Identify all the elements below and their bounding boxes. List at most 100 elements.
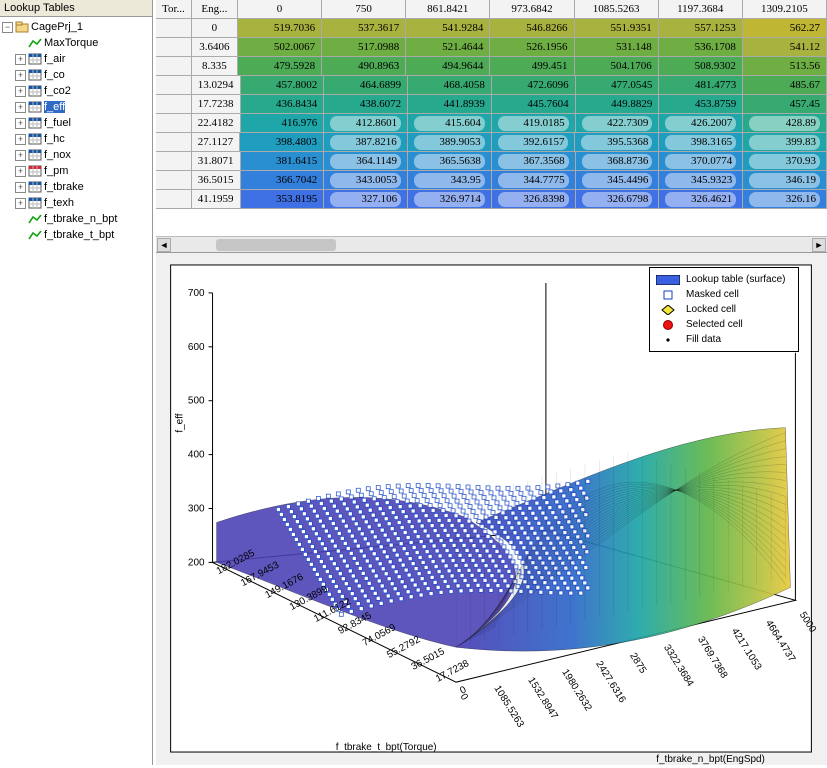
table-cell[interactable]: 519.7036 xyxy=(238,19,322,38)
table-cell[interactable]: 468.4058 xyxy=(408,76,492,95)
table-cell[interactable]: 326.4621 xyxy=(659,190,743,209)
table-cell[interactable]: 499.451 xyxy=(490,57,574,76)
scroll-thumb[interactable] xyxy=(216,239,336,251)
table-cell[interactable]: 392.6157 xyxy=(492,133,576,152)
row-header[interactable]: 41.1959 xyxy=(192,190,241,209)
table-cell[interactable]: 399.83 xyxy=(743,133,827,152)
table-cell[interactable]: 370.0774 xyxy=(659,152,743,171)
row-gutter[interactable] xyxy=(156,171,192,190)
table-cell[interactable]: 345.4496 xyxy=(576,171,660,190)
table-cell[interactable]: 438.6072 xyxy=(324,95,408,114)
table-cell[interactable]: 445.7604 xyxy=(492,95,576,114)
table-cell[interactable]: 537.3617 xyxy=(322,19,406,38)
tree-item-f_co[interactable]: +f_co xyxy=(2,67,152,83)
tree-item-f_co2[interactable]: +f_co2 xyxy=(2,83,152,99)
tree-item-f_tbrake_t_bpt[interactable]: f_tbrake_t_bpt xyxy=(2,227,152,243)
table-cell[interactable]: 517.0988 xyxy=(322,38,406,57)
table-cell[interactable]: 472.6096 xyxy=(492,76,576,95)
row-header[interactable]: 31.8071 xyxy=(192,152,241,171)
row-gutter[interactable] xyxy=(156,114,192,133)
tree-item-f_pm[interactable]: +f_pm xyxy=(2,163,152,179)
row-header[interactable]: 13.0294 xyxy=(192,76,241,95)
table-cell[interactable]: 551.9351 xyxy=(575,19,659,38)
table-cell[interactable]: 416.976 xyxy=(241,114,325,133)
row-header[interactable]: 36.5015 xyxy=(192,171,241,190)
table-cell[interactable]: 457.45 xyxy=(743,95,827,114)
table-cell[interactable]: 477.0545 xyxy=(576,76,660,95)
table-cell[interactable]: 366.7042 xyxy=(241,171,325,190)
table-cell[interactable]: 436.8434 xyxy=(241,95,325,114)
table-cell[interactable]: 412.8601 xyxy=(324,114,408,133)
table-cell[interactable]: 398.3165 xyxy=(659,133,743,152)
table-cell[interactable]: 481.4773 xyxy=(659,76,743,95)
table-cell[interactable]: 353.8195 xyxy=(241,190,325,209)
row-gutter[interactable] xyxy=(156,76,192,95)
expand-icon[interactable]: + xyxy=(15,134,26,145)
tree-item-f_tbrake[interactable]: +f_tbrake xyxy=(2,179,152,195)
table-cell[interactable]: 485.67 xyxy=(743,76,827,95)
col-header[interactable]: 1197.3684 xyxy=(659,0,743,19)
table-cell[interactable]: 494.9644 xyxy=(406,57,490,76)
table-cell[interactable]: 453.8759 xyxy=(659,95,743,114)
row-header[interactable]: 0 xyxy=(192,19,238,38)
table-cell[interactable]: 419.0185 xyxy=(492,114,576,133)
row-axis-header[interactable]: Tor... xyxy=(156,0,192,19)
tree-root-row[interactable]: − CagePrj_1 xyxy=(2,19,152,35)
table-cell[interactable]: 422.7309 xyxy=(576,114,660,133)
table-cell[interactable]: 502.0067 xyxy=(238,38,322,57)
table-cell[interactable]: 441.8939 xyxy=(408,95,492,114)
col-header[interactable]: 750 xyxy=(322,0,406,19)
table-cell[interactable]: 426.2007 xyxy=(659,114,743,133)
table-cell[interactable]: 479.5928 xyxy=(238,57,322,76)
table-cell[interactable]: 343.95 xyxy=(408,171,492,190)
table-cell[interactable]: 449.8829 xyxy=(576,95,660,114)
table-cell[interactable]: 327.106 xyxy=(324,190,408,209)
row-header[interactable]: 27.1127 xyxy=(192,133,240,152)
table-cell[interactable]: 557.1253 xyxy=(659,19,743,38)
table-cell[interactable]: 343.0053 xyxy=(324,171,408,190)
tree-item-f_nox[interactable]: +f_nox xyxy=(2,147,152,163)
table-cell[interactable]: 326.16 xyxy=(743,190,827,209)
table-cell[interactable]: 464.6899 xyxy=(324,76,408,95)
row-header[interactable]: 17.7238 xyxy=(192,95,241,114)
table-cell[interactable]: 526.1956 xyxy=(490,38,574,57)
scroll-right-button[interactable]: ► xyxy=(812,238,826,252)
table-cell[interactable]: 364.1149 xyxy=(324,152,408,171)
table-cell[interactable]: 536.1708 xyxy=(659,38,743,57)
tree-item-f_hc[interactable]: +f_hc xyxy=(2,131,152,147)
col-header[interactable]: 861.8421 xyxy=(406,0,490,19)
expand-icon[interactable]: + xyxy=(15,150,26,161)
table-cell[interactable]: 562.27 xyxy=(743,19,827,38)
collapse-icon[interactable]: − xyxy=(2,22,13,33)
table-cell[interactable]: 457.8002 xyxy=(241,76,325,95)
col-header[interactable]: 0 xyxy=(238,0,322,19)
table-cell[interactable]: 365.5638 xyxy=(408,152,492,171)
col-header[interactable]: 1309.2105 xyxy=(743,0,827,19)
expand-icon[interactable]: + xyxy=(15,118,26,129)
row-header[interactable]: 22.4182 xyxy=(192,114,241,133)
table-cell[interactable]: 531.148 xyxy=(575,38,659,57)
table-cell[interactable]: 389.9053 xyxy=(408,133,492,152)
table-cell[interactable]: 346.19 xyxy=(743,171,827,190)
col-header[interactable]: 1085.5263 xyxy=(575,0,659,19)
tree-item-MaxTorque[interactable]: MaxTorque xyxy=(2,35,152,51)
expand-icon[interactable]: + xyxy=(15,70,26,81)
expand-icon[interactable]: + xyxy=(15,86,26,97)
table-cell[interactable]: 521.4644 xyxy=(406,38,490,57)
col-header[interactable]: 973.6842 xyxy=(490,0,574,19)
table-h-scrollbar[interactable]: ◄ ► xyxy=(156,236,827,252)
table-cell[interactable]: 546.8266 xyxy=(490,19,574,38)
col-axis-header[interactable]: Eng... xyxy=(192,0,238,19)
row-gutter[interactable] xyxy=(156,133,192,152)
table-cell[interactable]: 541.12 xyxy=(743,38,827,57)
table-cell[interactable]: 504.1706 xyxy=(575,57,659,76)
row-gutter[interactable] xyxy=(156,190,192,209)
table-cell[interactable]: 415.604 xyxy=(408,114,492,133)
tree-item-f_texh[interactable]: +f_texh xyxy=(2,195,152,211)
table-cell[interactable]: 513.56 xyxy=(743,57,827,76)
expand-icon[interactable]: + xyxy=(15,166,26,177)
table-cell[interactable]: 344.7775 xyxy=(492,171,576,190)
expand-icon[interactable]: + xyxy=(15,198,26,209)
tree-item-f_tbrake_n_bpt[interactable]: f_tbrake_n_bpt xyxy=(2,211,152,227)
table-cell[interactable]: 428.89 xyxy=(743,114,827,133)
